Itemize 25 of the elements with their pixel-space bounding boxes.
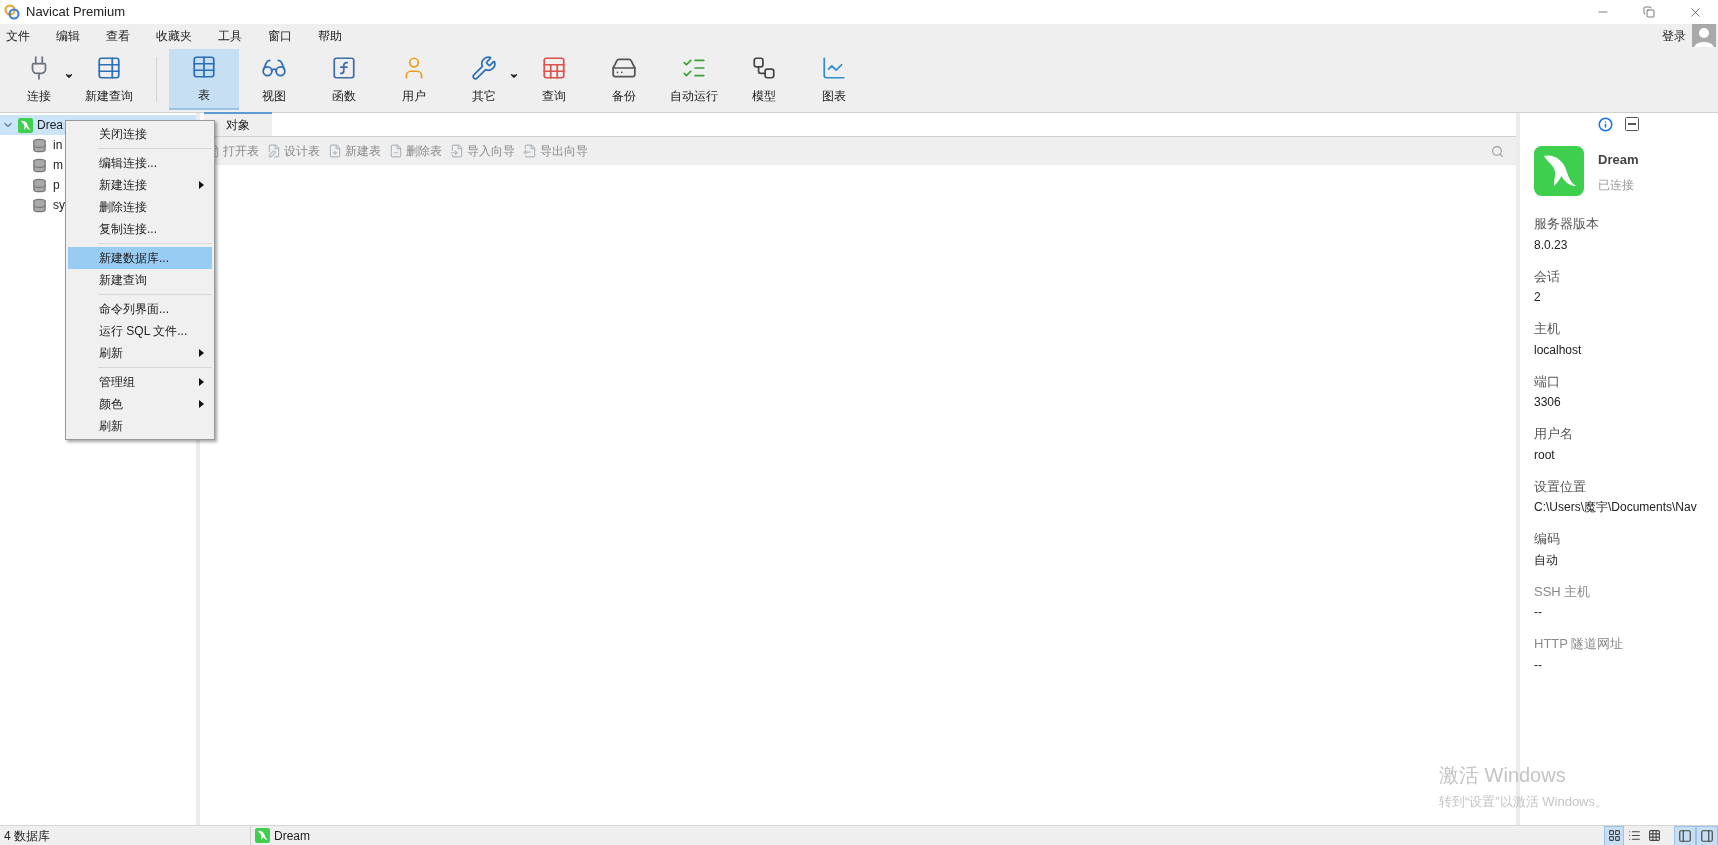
field-value: -- xyxy=(1534,656,1543,674)
field-label: 主机 xyxy=(1534,320,1561,338)
field-value: root xyxy=(1534,446,1556,464)
database-count: 4 数据库 xyxy=(3,827,51,845)
activation-text: 转到“设置”以激活 Windows。 xyxy=(1439,793,1608,811)
field-label: HTTP 隧道网址 xyxy=(1534,635,1625,653)
field-label: 用户名 xyxy=(1534,425,1574,443)
field-value: 8.0.23 xyxy=(1534,236,1569,254)
connection-status: 已连接 xyxy=(1598,176,1635,194)
field-label: SSH 主机 xyxy=(1534,582,1592,601)
connection-name: Dream xyxy=(1598,151,1639,169)
field-label: 端口 xyxy=(1534,372,1561,391)
status-connection: Dream xyxy=(274,827,310,845)
window-title: Navicat Premium xyxy=(26,3,125,22)
field-value: 自动 xyxy=(1534,551,1559,569)
field-label: 服务器版本 xyxy=(1534,215,1600,233)
field-value: 3306 xyxy=(1534,394,1562,411)
field-label: 会话 xyxy=(1534,267,1561,286)
activation-title: 激活 Windows xyxy=(1439,763,1567,788)
field-label: 设置位置 xyxy=(1534,477,1587,496)
field-value: -- xyxy=(1534,604,1543,621)
field-value: 2 xyxy=(1534,289,1542,306)
field-label: 编码 xyxy=(1534,530,1561,548)
field-value: C:\Users\魔宇\Documents\Nav xyxy=(1534,499,1698,516)
field-value: localhost xyxy=(1534,341,1583,359)
